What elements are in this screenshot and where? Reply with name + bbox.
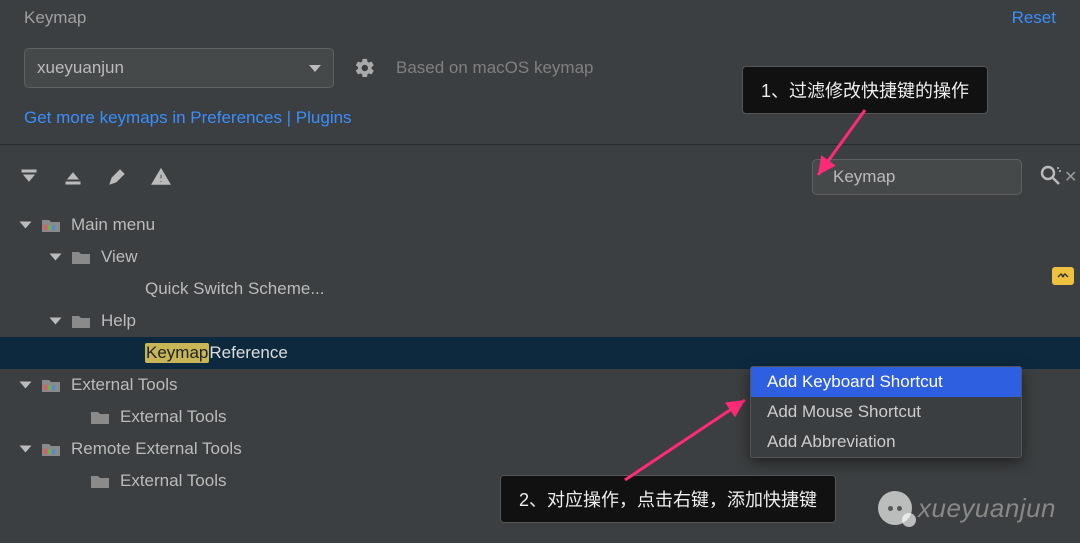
folder-icon (71, 313, 91, 329)
find-action-by-shortcut-icon[interactable] (1038, 163, 1062, 192)
keymap-scheme-select[interactable]: xueyuanjun (24, 48, 334, 88)
tree-label-tail: Reference (209, 343, 287, 363)
warning-icon[interactable] (150, 166, 172, 188)
search-input[interactable] (833, 167, 1054, 187)
tree-label: Help (101, 311, 136, 331)
chevron-down-icon (20, 382, 32, 389)
folder-icon (90, 409, 110, 425)
module-folder-icon (41, 441, 61, 457)
watermark: xueyuanjun (878, 491, 1056, 525)
tree-label: External Tools (71, 375, 177, 395)
reset-link[interactable]: Reset (1012, 8, 1056, 28)
chevron-down-icon (309, 65, 321, 72)
tree-node-quick-switch[interactable]: Quick Switch Scheme... (0, 273, 1080, 305)
context-menu-item-add-keyboard-shortcut[interactable]: Add Keyboard Shortcut (751, 367, 1021, 397)
clear-search-icon[interactable]: ✕ (1064, 167, 1077, 187)
module-folder-icon (41, 217, 61, 233)
wechat-icon (878, 491, 912, 525)
context-menu: Add Keyboard Shortcut Add Mouse Shortcut… (750, 366, 1022, 458)
tree-node-view[interactable]: View (0, 241, 1080, 273)
tree-label: External Tools (120, 471, 226, 491)
search-box[interactable]: ✕ (812, 159, 1022, 195)
tree-node-help[interactable]: Help (0, 305, 1080, 337)
page-title: Keymap (24, 8, 86, 28)
chevron-down-icon (20, 446, 32, 453)
module-folder-icon (41, 377, 61, 393)
context-menu-item-add-abbreviation[interactable]: Add Abbreviation (751, 427, 1021, 457)
chevron-down-icon (50, 254, 62, 261)
folder-icon (90, 473, 110, 489)
collapse-all-icon[interactable] (62, 166, 84, 188)
watermark-text: xueyuanjun (918, 493, 1056, 524)
tree-label: View (101, 247, 138, 267)
tree-node-main-menu[interactable]: Main menu (0, 209, 1080, 241)
edit-icon[interactable] (106, 166, 128, 188)
get-more-keymaps-link[interactable]: Get more keymaps in Preferences | Plugin… (24, 108, 352, 127)
tree-node-keymap-reference[interactable]: Keymap Reference (0, 337, 1080, 369)
tree-label: Main menu (71, 215, 155, 235)
keymap-scheme-value: xueyuanjun (37, 58, 124, 78)
chevron-down-icon (20, 222, 32, 229)
annotation-2: 2、对应操作，点击右键，添加快捷键 (500, 475, 836, 523)
gear-icon[interactable] (354, 57, 376, 79)
expand-all-icon[interactable] (18, 166, 40, 188)
based-on-label: Based on macOS keymap (396, 58, 593, 78)
tree-label: Quick Switch Scheme... (145, 279, 325, 299)
tree-label: External Tools (120, 407, 226, 427)
context-menu-item-add-mouse-shortcut[interactable]: Add Mouse Shortcut (751, 397, 1021, 427)
folder-icon (71, 249, 91, 265)
annotation-1: 1、过滤修改快捷键的操作 (742, 66, 988, 114)
search-highlight: Keymap (145, 343, 209, 363)
chevron-down-icon (50, 318, 62, 325)
scroll-occurrence-indicator[interactable] (1052, 267, 1074, 285)
tree-label: Remote External Tools (71, 439, 242, 459)
